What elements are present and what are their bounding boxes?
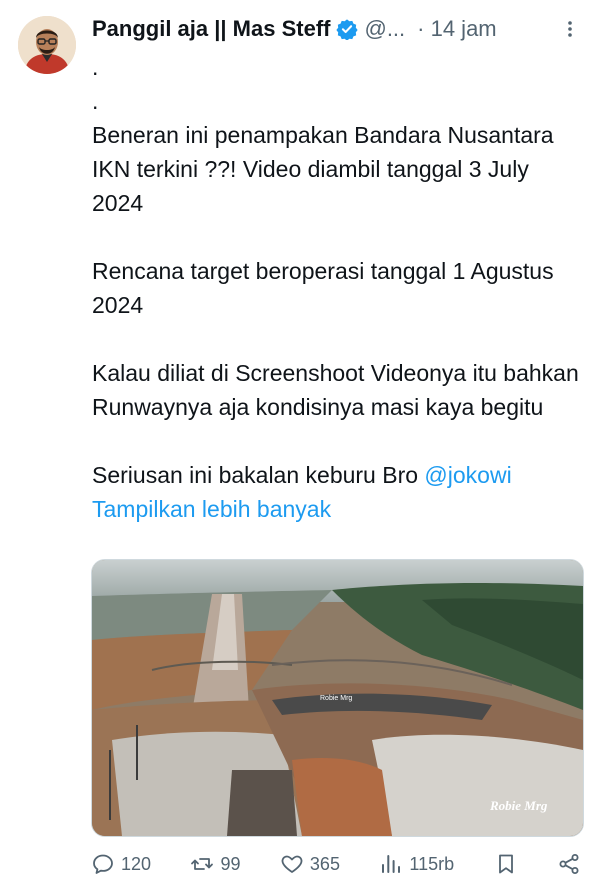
heart-icon <box>281 855 303 873</box>
repost-icon <box>191 858 214 870</box>
views-icon <box>382 855 401 873</box>
text-paragraph-1: Beneran ini penampakan Bandara Nusantara… <box>92 122 554 216</box>
share-button[interactable] <box>557 852 581 876</box>
reply-icon <box>93 854 113 874</box>
media-watermark: Robie Mrg <box>489 798 548 813</box>
tweet-media-image[interactable]: Robie Mrg Robie Mrg <box>91 559 584 837</box>
reply-count: 120 <box>121 853 152 874</box>
bookmark-button[interactable] <box>494 852 518 876</box>
author-name[interactable]: Panggil aja || Mas Steff <box>92 16 330 42</box>
repost-count: 99 <box>220 853 241 874</box>
timestamp[interactable]: · 14 jam <box>417 16 496 42</box>
verified-badge-icon <box>336 19 359 40</box>
repost-button[interactable]: 99 <box>190 852 241 876</box>
like-button[interactable]: 365 <box>280 852 340 876</box>
text-paragraph-4-prefix: Seriusan ini bakalan keburu Bro <box>92 462 425 488</box>
reply-button[interactable]: 120 <box>91 852 151 876</box>
views-button[interactable]: 115rb <box>379 852 454 876</box>
show-more-link[interactable]: Tampilkan lebih banyak <box>92 492 582 526</box>
like-count: 365 <box>309 853 340 874</box>
media-watermark-small: Robie Mrg <box>320 695 352 702</box>
tweet-actions: 120 99 365 115rb <box>91 846 581 882</box>
text-dot-1: . <box>92 54 99 80</box>
more-options-icon[interactable] <box>560 18 580 40</box>
bookmark-icon <box>498 854 513 874</box>
tweet-text: . . Beneran ini penampakan Bandara Nusan… <box>92 50 582 526</box>
text-paragraph-2: Rencana target beroperasi tanggal 1 Agus… <box>92 258 554 318</box>
text-paragraph-4: Seriusan ini bakalan keburu Bro @jokowi <box>92 458 582 492</box>
author-handle[interactable]: @... <box>364 16 405 42</box>
share-icon <box>559 854 579 874</box>
views-count: 115rb <box>409 853 455 874</box>
text-dot-2: . <box>92 88 99 114</box>
avatar[interactable] <box>18 16 76 74</box>
tweet-header: Panggil aja || Mas Steff @... · 14 jam <box>92 12 580 46</box>
mention-link[interactable]: @jokowi <box>424 462 511 488</box>
text-paragraph-3: Kalau diliat di Screenshoot Videonya itu… <box>92 360 579 420</box>
